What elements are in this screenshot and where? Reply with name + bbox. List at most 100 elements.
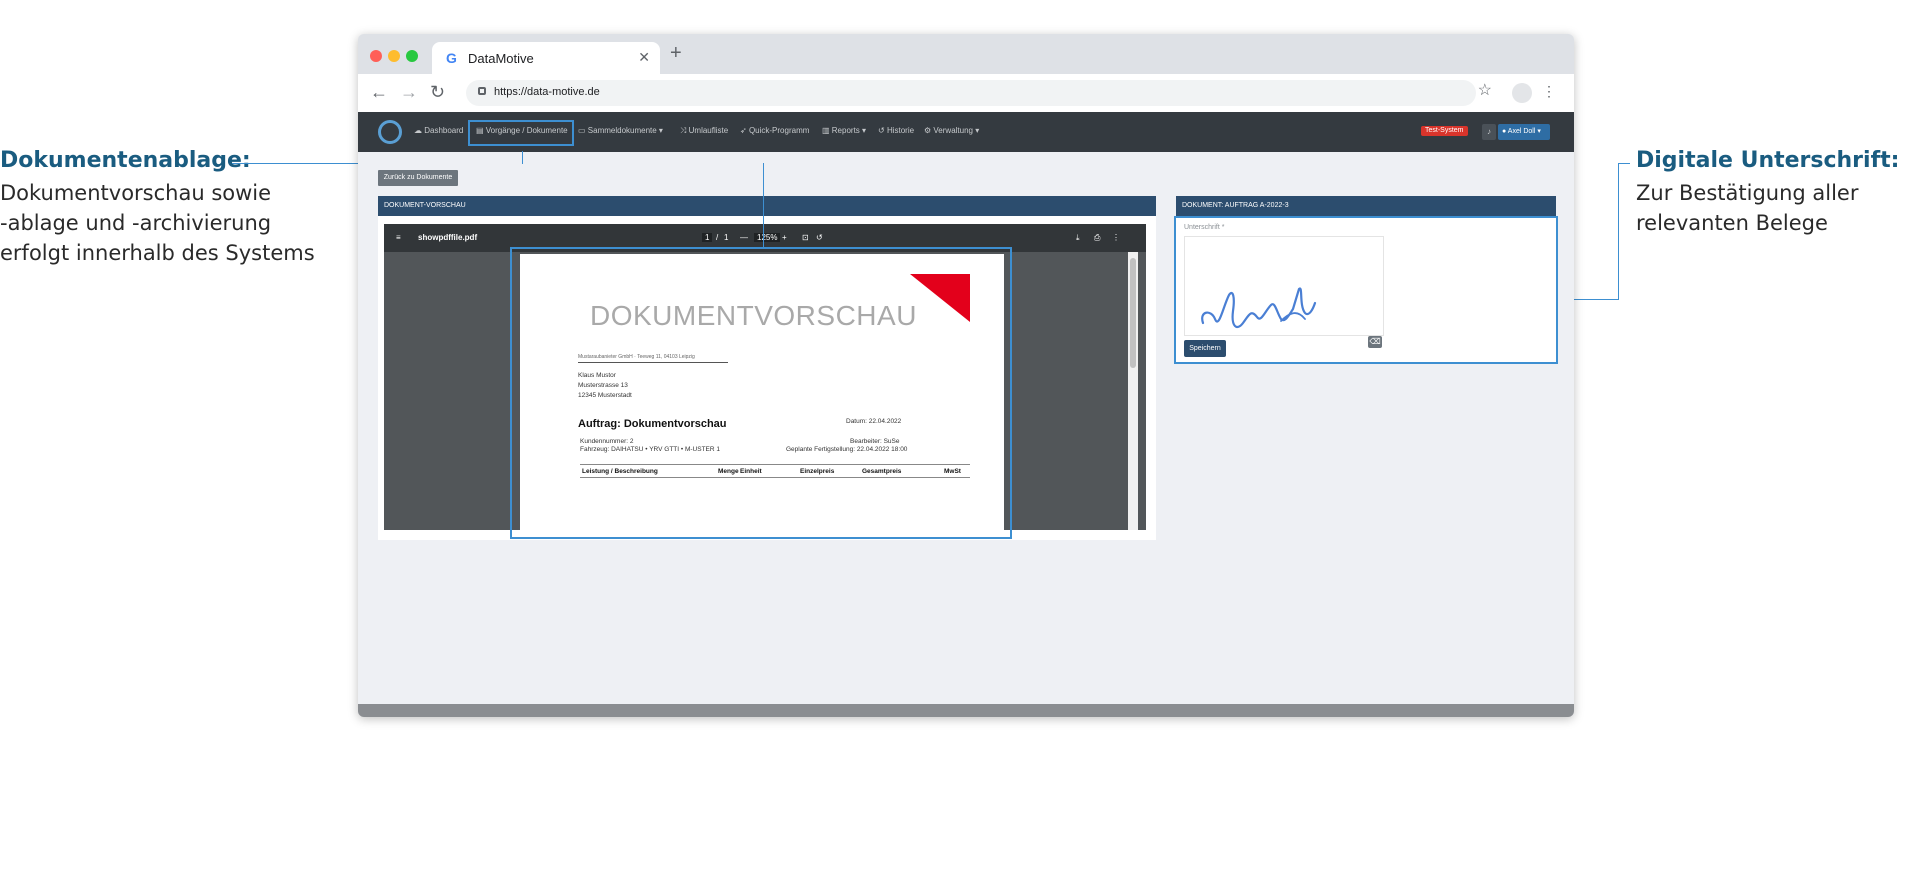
close-window-dot[interactable] bbox=[370, 50, 382, 62]
url-text: https://data-motive.de bbox=[494, 86, 600, 98]
signature-stroke bbox=[1201, 287, 1317, 329]
print-icon[interactable]: ⎙ bbox=[1094, 233, 1100, 243]
fit-page-icon[interactable]: ⊡ bbox=[802, 233, 809, 242]
pdf-sender-line: Mustaraubanieter GmbH · Teeweg 11, 04103… bbox=[578, 354, 695, 360]
download-icon[interactable]: ⤓ bbox=[1076, 233, 1080, 243]
eraser-icon[interactable]: ⌫ bbox=[1368, 336, 1382, 348]
nav-label: Dashboard bbox=[424, 126, 464, 135]
left-callout-text: Dokumentvorschau sowie -ablage und -arch… bbox=[0, 178, 315, 268]
zoom-in-icon[interactable]: + bbox=[782, 233, 787, 242]
left-callout-line: -ablage und -archivierung bbox=[0, 211, 272, 235]
page-separator: / bbox=[716, 233, 719, 242]
bell-icon[interactable]: ♪ bbox=[1482, 124, 1496, 140]
signature-panel-header: DOKUMENT: AUFTRAG A-2022-3 bbox=[1176, 196, 1556, 216]
page-total: 1 bbox=[724, 233, 729, 242]
forward-icon[interactable]: → bbox=[400, 82, 418, 103]
nav-label: Sammeldokumente bbox=[587, 126, 657, 135]
user-name: Axel Doll bbox=[1507, 128, 1536, 135]
bookmark-star-icon[interactable]: ☆ bbox=[1478, 80, 1492, 100]
hamburger-icon[interactable]: ≡ bbox=[396, 233, 401, 242]
left-callout-title: Dokumentenablage: bbox=[0, 148, 251, 173]
nav-label: Umlaufliste bbox=[688, 126, 729, 135]
right-callout-connector-v bbox=[1618, 163, 1619, 299]
page-footer-bar bbox=[358, 704, 1574, 717]
pdf-table-header: Einheit bbox=[740, 468, 762, 475]
nav-item-quick-programm[interactable]: ➶ Quick-Programm bbox=[740, 126, 809, 135]
red-triangle-logo bbox=[910, 274, 970, 322]
nav-label: Historie bbox=[886, 126, 915, 135]
signature-label: Unterschrift * bbox=[1184, 224, 1225, 231]
right-callout-line: relevanten Belege bbox=[1636, 211, 1828, 235]
left-callout-line: Dokumentvorschau sowie bbox=[0, 181, 272, 205]
nav-label: Reports bbox=[831, 126, 860, 135]
signature-panel: Unterschrift * Speichern ⌫ bbox=[1174, 216, 1558, 364]
right-callout-line: Zur Bestätigung aller bbox=[1636, 181, 1859, 205]
pdf-scrollbar[interactable] bbox=[1128, 252, 1138, 530]
back-to-documents-button[interactable]: Zurück zu Dokumente bbox=[378, 170, 458, 186]
right-callout-text: Zur Bestätigung aller relevanten Belege bbox=[1636, 178, 1859, 238]
url-input[interactable]: https://data-motive.de bbox=[466, 80, 1476, 106]
pdf-toolbar: ≡ showpdffile.pdf 1 / 1 — 125% + ⊡ ↺ ⤓ ⎙… bbox=[384, 224, 1146, 252]
pdf-scroll-thumb[interactable] bbox=[1130, 258, 1136, 368]
left-callout-connector-v bbox=[763, 163, 764, 247]
pdf-table-header: Gesamtpreis bbox=[862, 468, 902, 475]
pdf-customer-no: Kundennummer: 2 bbox=[580, 438, 634, 445]
back-icon[interactable]: ← bbox=[370, 82, 388, 103]
pdf-editor: Bearbeiter: SuSe bbox=[850, 438, 900, 445]
pdf-vehicle: Fahrzeug: DAIHATSU • YRV GTTI • M-USTER … bbox=[580, 446, 720, 453]
tab-bar: G DataMotive ✕ + bbox=[358, 34, 1574, 74]
google-icon: G bbox=[446, 50, 457, 66]
app-logo[interactable] bbox=[378, 120, 402, 144]
pdf-filename: showpdffile.pdf bbox=[418, 233, 478, 242]
signature-canvas[interactable] bbox=[1184, 236, 1384, 336]
pdf-planned-completion: Geplante Fertigstellung: 22.04.2022 18:0… bbox=[786, 446, 908, 453]
left-callout-line: erfolgt innerhalb des Systems bbox=[0, 241, 315, 265]
pdf-table-header: Leistung / Beschreibung bbox=[582, 468, 658, 475]
maximize-window-dot[interactable] bbox=[406, 50, 418, 62]
pdf-more-icon[interactable]: ⋮ bbox=[1112, 233, 1120, 242]
zoom-input[interactable]: 125% bbox=[754, 233, 781, 242]
nav-label: Verwaltung bbox=[933, 126, 973, 135]
nav-item-umlaufliste[interactable]: ⤨ Umlaufliste bbox=[680, 126, 728, 136]
pdf-table-header: MwSt bbox=[944, 468, 961, 475]
right-callout-title: Digitale Unterschrift: bbox=[1636, 148, 1900, 173]
nav-item-sammeldokumente[interactable]: ▭ Sammeldokumente ▾ bbox=[578, 126, 663, 135]
right-callout-connector-h1 bbox=[1618, 163, 1630, 164]
pdf-viewer[interactable]: ≡ showpdffile.pdf 1 / 1 — 125% + ⊡ ↺ ⤓ ⎙… bbox=[384, 224, 1146, 530]
save-signature-button[interactable]: Speichern bbox=[1184, 340, 1226, 357]
lock-icon bbox=[478, 87, 486, 95]
zoom-out-icon[interactable]: — bbox=[740, 233, 748, 242]
pdf-heading: Auftrag: Dokumentvorschau bbox=[578, 418, 727, 430]
nav-item-historie[interactable]: ↺ Historie bbox=[878, 126, 914, 135]
pdf-recipient-street: Musterstrasse 13 bbox=[578, 382, 628, 389]
test-system-badge: Test-System bbox=[1421, 126, 1468, 136]
close-tab-icon[interactable]: ✕ bbox=[638, 49, 650, 66]
pdf-sender-underline bbox=[578, 362, 728, 363]
tab-title: DataMotive bbox=[468, 51, 534, 66]
new-tab-icon[interactable]: + bbox=[670, 42, 682, 65]
nav-item-reports[interactable]: ▥ Reports ▾ bbox=[822, 126, 866, 135]
app-navbar: ☁ Dashboard ▤ Vorgänge / Dokumente ▭ Sam… bbox=[358, 112, 1574, 152]
minimize-window-dot[interactable] bbox=[388, 50, 400, 62]
page-current-input[interactable]: 1 bbox=[702, 233, 713, 242]
nav-item-verwaltung[interactable]: ⚙ Verwaltung ▾ bbox=[924, 126, 979, 135]
address-bar: ← → ↻ https://data-motive.de ☆ ⋮ bbox=[358, 74, 1574, 112]
pdf-table-header: Einzelpreis bbox=[800, 468, 835, 475]
browser-window: G DataMotive ✕ + ← → ↻ https://data-moti… bbox=[358, 34, 1574, 717]
rotate-icon[interactable]: ↺ bbox=[816, 233, 823, 242]
pdf-table-header-row: Leistung / Beschreibung Menge Einheit Ei… bbox=[580, 464, 970, 478]
right-callout-connector-h2 bbox=[1572, 299, 1619, 300]
pdf-title: DOKUMENTVORSCHAU bbox=[590, 300, 917, 331]
document-preview-header: DOKUMENT-VORSCHAU bbox=[378, 196, 1156, 216]
pdf-date: Datum: 22.04.2022 bbox=[846, 418, 902, 425]
pdf-table-header: Menge bbox=[718, 468, 739, 475]
reload-icon[interactable]: ↻ bbox=[430, 82, 445, 103]
browser-menu-icon[interactable]: ⋮ bbox=[1542, 83, 1556, 100]
nav-highlight-box bbox=[468, 120, 574, 146]
user-menu-button[interactable]: ● Axel Doll ▾ bbox=[1498, 124, 1550, 140]
browser-tab[interactable]: G DataMotive ✕ bbox=[432, 42, 660, 74]
profile-avatar[interactable] bbox=[1512, 83, 1532, 103]
nav-highlight-connector bbox=[522, 151, 523, 164]
nav-item-dashboard[interactable]: ☁ Dashboard bbox=[414, 126, 463, 135]
pdf-recipient-city: 12345 Musterstadt bbox=[578, 392, 632, 399]
